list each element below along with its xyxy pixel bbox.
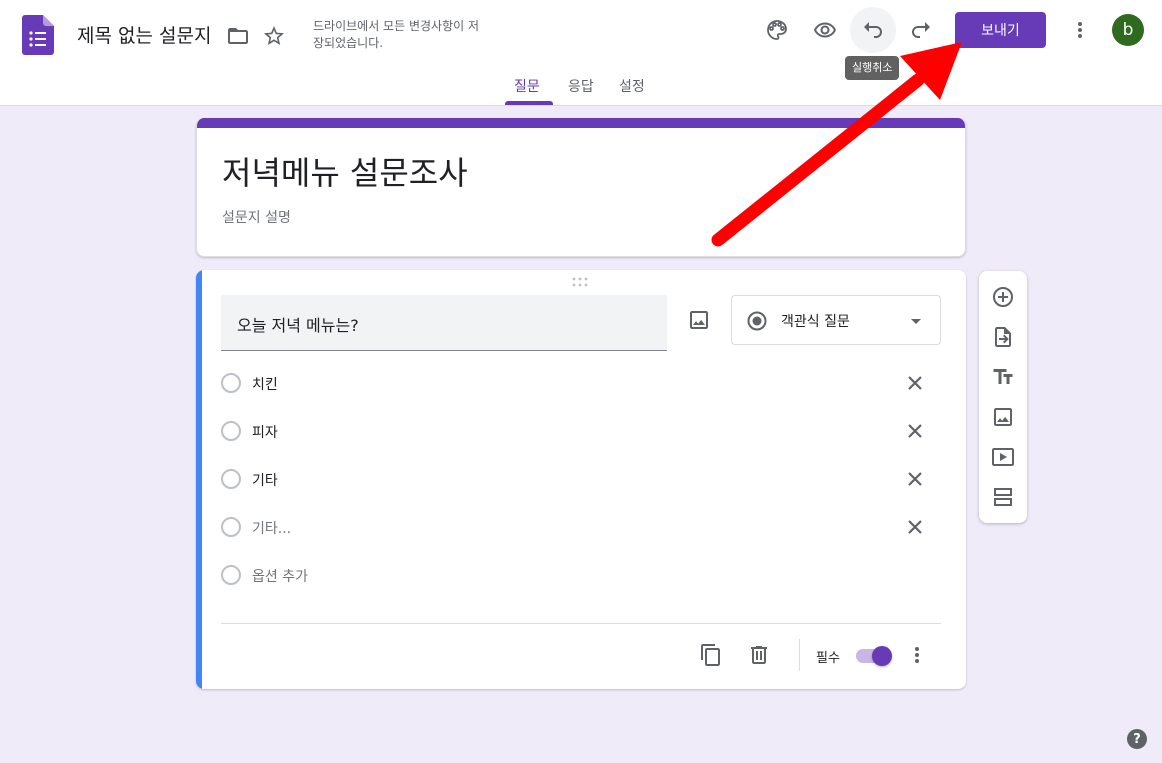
question-card[interactable]: 오늘 저녁 메뉴는? 객관식 질문 치킨 피자 기타 기타... 옵션 추가 필… [196, 270, 966, 689]
add-image-button[interactable] [983, 397, 1023, 437]
question-more-options-button[interactable] [897, 635, 937, 675]
undo-tooltip: 실행취소 [845, 56, 900, 80]
option-radio [221, 565, 241, 585]
duplicate-question-button[interactable] [691, 635, 731, 675]
forms-logo-icon[interactable] [22, 15, 54, 55]
star-button[interactable] [254, 16, 294, 56]
add-section-button[interactable] [983, 477, 1023, 517]
option-label[interactable]: 기타... [252, 518, 291, 538]
add-question-image-button[interactable] [679, 300, 719, 340]
title-card-accent-bar [197, 118, 965, 128]
option-label[interactable]: 피자 [252, 422, 278, 442]
close-icon[interactable] [903, 515, 927, 539]
required-toggle-thumb[interactable] [872, 646, 892, 666]
import-questions-button[interactable] [983, 317, 1023, 357]
text-fields-icon [993, 369, 1013, 384]
option-item: 피자 [221, 411, 941, 451]
option-radio [221, 373, 241, 393]
tab-responses[interactable]: 응답 [568, 76, 594, 106]
add-question-button[interactable] [983, 277, 1023, 317]
form-title-card[interactable]: 저녁메뉴 설문조사 설문지 설명 [196, 118, 966, 257]
document-title[interactable]: 제목 없는 설문지 [77, 21, 211, 48]
copy-icon [701, 644, 720, 666]
redo-button[interactable] [901, 10, 941, 50]
section-icon [994, 488, 1012, 506]
customize-theme-button[interactable] [757, 10, 797, 50]
add-title-description-button[interactable] [983, 357, 1023, 397]
eye-icon [814, 22, 836, 38]
palette-icon [767, 20, 787, 40]
close-icon[interactable] [903, 467, 927, 491]
question-type-dropdown[interactable]: 객관식 질문 [731, 295, 941, 345]
redo-icon [912, 22, 930, 38]
option-radio [221, 421, 241, 441]
undo-button[interactable] [850, 7, 896, 53]
close-icon[interactable] [903, 419, 927, 443]
question-title-input[interactable]: 오늘 저녁 메뉴는? [221, 295, 667, 351]
floating-toolbar [979, 271, 1027, 523]
save-status-text: 드라이브에서 모든 변경사항이 저장되었습니다. [313, 19, 480, 50]
radio-button-checked-icon [747, 311, 767, 331]
required-label: 필수 [816, 651, 840, 666]
delete-question-button[interactable] [739, 635, 779, 675]
folder-icon [228, 28, 248, 44]
form-description-field[interactable]: 설문지 설명 [222, 207, 291, 227]
add-option-row: 옵션 추가 [221, 555, 941, 595]
footer-separator [799, 639, 800, 671]
trash-icon [751, 646, 767, 664]
active-tab-indicator [505, 101, 553, 105]
question-type-label: 객관식 질문 [781, 314, 850, 330]
help-button[interactable]: ? [1127, 729, 1147, 749]
option-label[interactable]: 기타 [252, 470, 278, 490]
drag-handle-icon[interactable] [570, 276, 590, 288]
undo-icon [864, 22, 882, 38]
option-item: 기타 [221, 459, 941, 499]
preview-button[interactable] [805, 10, 845, 50]
image-icon [690, 311, 708, 329]
app-header: 제목 없는 설문지 드라이브에서 모든 변경사항이 저장되었습니다. 실행취소 … [0, 0, 1162, 106]
add-option-button[interactable]: 옵션 추가 [252, 566, 308, 586]
form-title[interactable]: 저녁메뉴 설문조사 [222, 148, 468, 194]
video-icon [992, 448, 1014, 466]
import-icon [995, 327, 1011, 347]
add-video-button[interactable] [983, 437, 1023, 477]
option-item: 치킨 [221, 363, 941, 403]
move-to-folder-button[interactable] [218, 16, 258, 56]
option-radio [221, 469, 241, 489]
account-avatar[interactable]: b [1112, 14, 1144, 46]
more-options-button[interactable] [1060, 10, 1100, 50]
more-vert-icon [1078, 22, 1082, 38]
add-circle-icon [993, 287, 1013, 307]
option-radio [221, 517, 241, 537]
star-icon [264, 26, 284, 45]
option-label[interactable]: 치킨 [252, 374, 278, 394]
more-vert-icon [915, 647, 919, 663]
question-footer-divider [221, 623, 941, 624]
active-question-indicator [196, 270, 202, 689]
close-icon[interactable] [903, 371, 927, 395]
tab-settings[interactable]: 설정 [619, 76, 645, 106]
option-item-other: 기타... [221, 507, 941, 547]
image-icon [994, 408, 1012, 426]
dropdown-arrow-icon [911, 319, 921, 324]
send-button[interactable]: 보내기 [955, 12, 1046, 48]
